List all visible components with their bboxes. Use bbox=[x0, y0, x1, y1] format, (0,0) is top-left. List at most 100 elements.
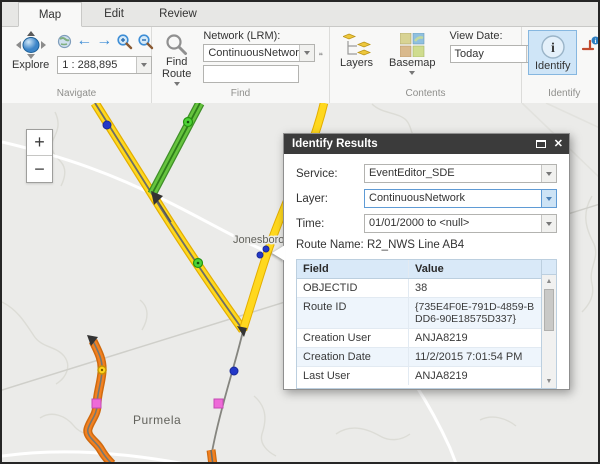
tab-bar: Map Edit Review bbox=[2, 2, 598, 27]
marker-yellow-dot[interactable] bbox=[98, 366, 106, 374]
binoculars-icon[interactable] bbox=[319, 46, 323, 62]
ribbon: Map Edit Review bbox=[2, 2, 598, 103]
group-find: Find Route Network (LRM): ContinuousNetw… bbox=[152, 27, 330, 103]
value-cell: {735E4F0E-791D-4859-BDD6-90E18575D337} bbox=[409, 298, 541, 328]
table-row[interactable]: Route ID {735E4F0E-791D-4859-BDD6-90E185… bbox=[297, 298, 541, 329]
field-cell: OBJECTID bbox=[297, 279, 409, 297]
table-row[interactable]: Creation Date 11/2/2015 7:01:54 PM bbox=[297, 348, 541, 367]
layers-icon bbox=[343, 33, 371, 57]
route-search-box[interactable] bbox=[203, 65, 299, 83]
service-label: Service: bbox=[296, 168, 364, 180]
find-route-dropdown-arrow[interactable] bbox=[174, 82, 180, 86]
marker-blue-dot[interactable] bbox=[103, 121, 111, 129]
network-lrm-label: Network (LRM): bbox=[203, 30, 315, 43]
scroll-up-icon[interactable]: ▲ bbox=[542, 275, 556, 288]
basemap-button[interactable]: Basemap bbox=[385, 32, 439, 76]
identify-icon: i bbox=[540, 34, 566, 60]
table-header-value[interactable]: Value bbox=[409, 260, 541, 278]
route-orange-stub[interactable] bbox=[211, 450, 213, 462]
map-scale-combo[interactable] bbox=[57, 56, 152, 74]
identify-route-icon[interactable]: i bbox=[581, 36, 600, 53]
value-cell: 11/2/2015 7:01:54 PM bbox=[409, 348, 541, 366]
field-cell: Route ID bbox=[297, 298, 409, 328]
group-label-contents: Contents bbox=[330, 87, 521, 103]
find-route-label-1: Find bbox=[166, 56, 187, 68]
route-name-value: R2_NWS Line AB4 bbox=[367, 239, 464, 251]
map-scale-input[interactable] bbox=[58, 57, 136, 73]
group-navigate: Explore ← → bbox=[2, 27, 152, 103]
identify-results-popup: Identify Results ✕ Service: EventEditor_… bbox=[283, 133, 570, 390]
group-label-find: Find bbox=[152, 87, 329, 103]
table-row[interactable]: Creation User ANJA8219 bbox=[297, 329, 541, 348]
network-value: ContinuousNetwork bbox=[204, 45, 299, 61]
table-header-field[interactable]: Field bbox=[297, 260, 409, 278]
popup-callout-pointer bbox=[272, 245, 285, 261]
layer-label: Layer: bbox=[296, 193, 364, 205]
layers-label: Layers bbox=[340, 57, 373, 69]
table-header-row: Field Value bbox=[297, 260, 541, 279]
value-cell: 38 bbox=[409, 279, 541, 297]
explore-icon bbox=[16, 31, 46, 59]
service-value: EventEditor_SDE bbox=[365, 165, 541, 182]
field-cell: Creation User bbox=[297, 329, 409, 347]
basemap-label: Basemap bbox=[389, 57, 435, 69]
map-zoom-in-button[interactable]: + bbox=[27, 130, 52, 156]
tab-review[interactable]: Review bbox=[146, 2, 210, 26]
network-combo[interactable]: ContinuousNetwork bbox=[203, 44, 315, 62]
identify-button[interactable]: i Identify bbox=[528, 30, 577, 75]
time-dropdown-arrow[interactable] bbox=[541, 215, 556, 232]
service-combo[interactable]: EventEditor_SDE bbox=[364, 164, 557, 183]
basemap-dropdown-arrow[interactable] bbox=[409, 71, 415, 75]
group-label-navigate: Navigate bbox=[2, 87, 151, 103]
field-cell: Last User bbox=[297, 367, 409, 385]
zoom-in-icon[interactable] bbox=[116, 33, 133, 50]
group-identify: i Identify i Identify bbox=[522, 27, 600, 103]
time-label: Time: bbox=[296, 218, 364, 230]
identify-button-label: Identify bbox=[535, 60, 570, 72]
marker-blue-dot-identified[interactable] bbox=[263, 246, 269, 252]
maximize-icon[interactable] bbox=[536, 140, 546, 148]
layer-value: ContinuousNetwork bbox=[365, 190, 541, 207]
view-date-value: Today bbox=[451, 46, 526, 62]
find-route-label-2: Route bbox=[162, 68, 191, 80]
map-scale-dropdown-arrow[interactable] bbox=[136, 57, 151, 73]
group-contents: Layers Basemap Vie bbox=[330, 27, 522, 103]
marker-blue-dot-identified[interactable] bbox=[257, 252, 263, 258]
route-name-label: Route Name: bbox=[296, 239, 364, 251]
time-combo[interactable]: 01/01/2000 to <null> bbox=[364, 214, 557, 233]
marker-blue-dot[interactable] bbox=[230, 367, 238, 375]
basemap-icon bbox=[400, 33, 425, 57]
field-cell: Creation Date bbox=[297, 348, 409, 366]
marker-pink-square[interactable] bbox=[92, 399, 101, 408]
tab-edit[interactable]: Edit bbox=[82, 2, 146, 26]
popup-title: Identify Results bbox=[292, 138, 378, 150]
layer-dropdown-arrow[interactable] bbox=[541, 190, 556, 207]
popup-title-bar[interactable]: Identify Results ✕ bbox=[284, 134, 569, 154]
attributes-table: Field Value OBJECTID 38 Route ID {735E4F… bbox=[296, 259, 557, 389]
time-value: 01/01/2000 to <null> bbox=[365, 215, 541, 232]
marker-green-dot[interactable] bbox=[194, 259, 203, 268]
full-extent-globe-icon[interactable] bbox=[57, 34, 72, 49]
next-extent-icon[interactable]: → bbox=[96, 33, 112, 49]
marker-pink-square[interactable] bbox=[214, 399, 223, 408]
table-row[interactable]: OBJECTID 38 bbox=[297, 279, 541, 298]
previous-extent-icon[interactable]: ← bbox=[76, 33, 92, 49]
scroll-thumb[interactable] bbox=[544, 289, 554, 331]
network-dropdown-arrow[interactable] bbox=[299, 45, 314, 61]
tab-map[interactable]: Map bbox=[18, 2, 82, 27]
table-row[interactable]: Last User ANJA8219 bbox=[297, 367, 541, 385]
find-route-button[interactable]: Find Route bbox=[158, 32, 195, 87]
service-dropdown-arrow[interactable] bbox=[541, 165, 556, 182]
group-label-identify: Identify bbox=[522, 87, 600, 103]
close-icon[interactable]: ✕ bbox=[554, 139, 563, 150]
marker-green-dot[interactable] bbox=[184, 118, 193, 127]
svg-text:i: i bbox=[551, 41, 555, 56]
route-search-input[interactable] bbox=[204, 66, 298, 82]
layer-combo[interactable]: ContinuousNetwork bbox=[364, 189, 557, 208]
map-zoom-out-button[interactable]: − bbox=[27, 156, 52, 182]
scroll-down-icon[interactable]: ▼ bbox=[542, 375, 556, 388]
layers-button[interactable]: Layers bbox=[336, 32, 377, 70]
explore-button[interactable]: Explore bbox=[8, 30, 53, 72]
table-scrollbar[interactable]: ▲ ▼ bbox=[541, 260, 556, 388]
route-name-row: Route Name: R2_NWS Line AB4 bbox=[296, 239, 557, 251]
